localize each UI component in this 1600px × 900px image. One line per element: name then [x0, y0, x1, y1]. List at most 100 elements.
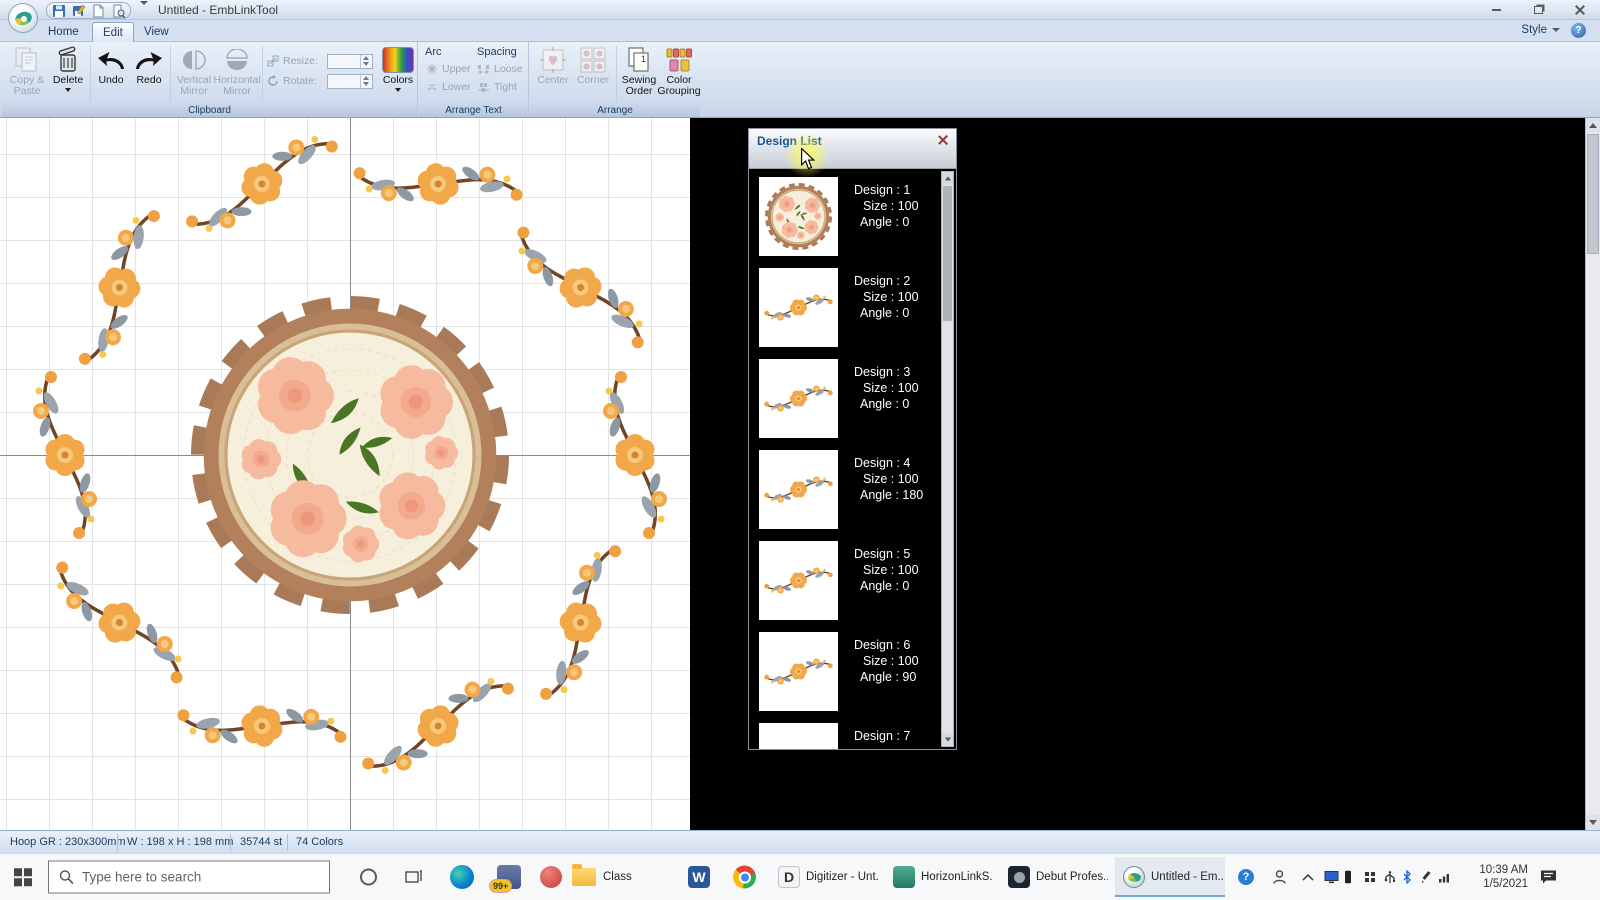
design-label: Design : 1 [854, 182, 919, 198]
rotate-input[interactable] [327, 74, 373, 89]
scrollbar-thumb[interactable] [1587, 134, 1599, 254]
redo-icon [134, 45, 164, 75]
network-icon[interactable] [1438, 871, 1452, 883]
help-icon[interactable]: ? [1571, 23, 1586, 38]
design-thumbnail[interactable] [759, 632, 838, 711]
design-list-item[interactable]: Design : 2 Size : 100 Angle : 0 [759, 268, 956, 347]
phone-tray-icon[interactable] [1344, 870, 1352, 884]
rotate-icon [266, 75, 279, 88]
style-dropdown[interactable]: Style [1521, 24, 1560, 36]
design-thumbnail[interactable] [759, 177, 838, 256]
design-list-scrollbar[interactable] [941, 171, 954, 747]
chrome-icon[interactable] [733, 866, 756, 889]
apps-grid-icon[interactable] [1364, 871, 1376, 883]
close-button[interactable] [1566, 2, 1594, 18]
spacing-header: Spacing [477, 46, 525, 58]
scroll-up-button[interactable] [1586, 118, 1600, 133]
debut-icon [1008, 866, 1030, 888]
quick-access-toolbar [46, 2, 131, 19]
design-thumbnail[interactable] [759, 541, 838, 620]
usb-icon[interactable] [1384, 870, 1396, 884]
save-icon[interactable] [51, 3, 66, 18]
new-document-icon[interactable] [91, 3, 106, 18]
resize-input[interactable] [327, 54, 373, 69]
cortana-button[interactable] [360, 869, 377, 886]
scrollbar-thumb[interactable] [943, 186, 952, 321]
design-list-item[interactable]: Design : 6 Size : 100 Angle : 90 [759, 632, 956, 711]
class-folder-button[interactable]: Class [572, 868, 632, 886]
red-app-icon[interactable] [540, 866, 562, 888]
vertical-mirror-icon [182, 45, 206, 75]
design-size: Size : 100 [854, 562, 919, 578]
embroidery-design[interactable] [0, 118, 690, 830]
design-list-item[interactable]: Design : 4 Size : 100 Angle : 180 [759, 450, 956, 529]
pen-icon[interactable] [1420, 871, 1433, 884]
design-list-header[interactable]: Design List [749, 129, 956, 169]
status-dimensions: W : 198 x H : 198 mm [127, 836, 233, 848]
canvas-vertical-scrollbar[interactable] [1585, 118, 1600, 830]
scroll-up-button[interactable] [942, 172, 953, 185]
display-tray-icon[interactable] [1324, 871, 1339, 884]
redo-button[interactable]: Redo [132, 45, 166, 86]
chevron-up-icon[interactable] [1302, 873, 1314, 881]
tab-home[interactable]: Home [38, 22, 89, 42]
taskbar-clock[interactable]: 10:39 AM 1/5/2021 [1479, 863, 1528, 891]
app-logo-icon[interactable] [8, 3, 38, 33]
design-thumbnail[interactable] [759, 359, 838, 438]
sewing-order-button[interactable]: 1 Sewing Order [620, 45, 658, 97]
tab-edit[interactable]: Edit [92, 22, 134, 42]
tab-view[interactable]: View [134, 22, 179, 42]
horizonlink-icon [893, 866, 915, 888]
design-list-item[interactable]: Design : 7 [759, 723, 956, 749]
design-list-item[interactable]: Design : 3 Size : 100 Angle : 0 [759, 359, 956, 438]
spacing-tight-icon [477, 80, 490, 93]
undo-button[interactable]: Undo [94, 45, 128, 86]
design-thumbnail[interactable] [759, 723, 838, 749]
design-label: Design : 6 [854, 637, 919, 653]
design-size: Size : 100 [854, 198, 919, 214]
svg-text:1: 1 [641, 54, 646, 64]
scroll-down-button[interactable] [942, 733, 953, 746]
task-view-button[interactable] [405, 869, 423, 885]
design-size: Size : 100 [854, 653, 919, 669]
edge-icon[interactable] [450, 865, 474, 889]
colors-dropdown-icon[interactable] [395, 88, 401, 92]
color-grouping-button[interactable]: Color Grouping [658, 45, 700, 97]
corner-button: Corner [574, 45, 612, 86]
design-list-item[interactable]: Design : 5 Size : 100 Angle : 0 [759, 541, 956, 620]
save-as-icon[interactable] [71, 3, 86, 18]
taskbar-window-horizonlink[interactable]: HorizonLinkS... [885, 857, 995, 897]
design-thumbnail[interactable] [759, 450, 838, 529]
search-input[interactable] [82, 870, 302, 885]
design-angle: Angle : 0 [854, 305, 919, 321]
scroll-down-button[interactable] [1586, 815, 1600, 830]
design-canvas[interactable] [0, 118, 690, 830]
design-thumbnail[interactable] [759, 268, 838, 347]
taskbar-window-debut[interactable]: Debut Profes... [1000, 857, 1110, 897]
taskbar-window-emblinktool[interactable]: Untitled - Em... [1115, 857, 1225, 897]
delete-button[interactable]: Delete [50, 45, 86, 92]
word-icon[interactable]: W [688, 866, 710, 888]
sewing-order-icon: 1 [626, 45, 652, 75]
maximize-button[interactable] [1524, 2, 1552, 18]
status-hoop: Hoop GR : 230x300mm [10, 836, 126, 848]
notification-badge-app[interactable]: 99+ [497, 865, 521, 889]
print-preview-icon[interactable] [111, 3, 126, 18]
taskbar-window-digitizer[interactable]: D Digitizer - Unt... [770, 857, 880, 897]
arrange-group: Center Corner 1 [530, 42, 700, 117]
search-box[interactable] [48, 861, 330, 894]
delete-dropdown-icon[interactable] [65, 88, 71, 92]
design-list-item[interactable]: Design : 1 Size : 100 Angle : 0 [759, 177, 956, 256]
tray-help-icon[interactable]: ? [1238, 869, 1254, 885]
colors-button[interactable]: Colors [380, 45, 416, 92]
start-button[interactable] [14, 868, 32, 886]
qat-dropdown-icon[interactable] [140, 5, 150, 15]
arrange-text-group: Arc Upper Lower Spacing Loose T [419, 42, 529, 117]
people-icon[interactable] [1272, 870, 1287, 885]
design-list-close-button[interactable] [936, 133, 950, 147]
minimize-button[interactable] [1482, 2, 1510, 18]
trash-icon [55, 45, 81, 75]
action-center-button[interactable] [1540, 870, 1557, 885]
bluetooth-icon[interactable] [1402, 870, 1412, 884]
emblinktool-window: Untitled - EmbLinkTool Home Edit View St… [0, 0, 1600, 900]
